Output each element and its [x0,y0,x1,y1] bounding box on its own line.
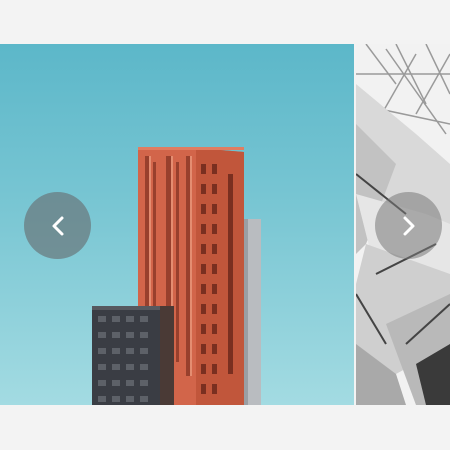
image-carousel [0,44,450,405]
carousel-prev-button[interactable] [24,192,91,259]
chevron-left-icon [52,216,63,235]
chevron-right-icon [403,216,414,235]
carousel-next-button[interactable] [375,192,442,259]
